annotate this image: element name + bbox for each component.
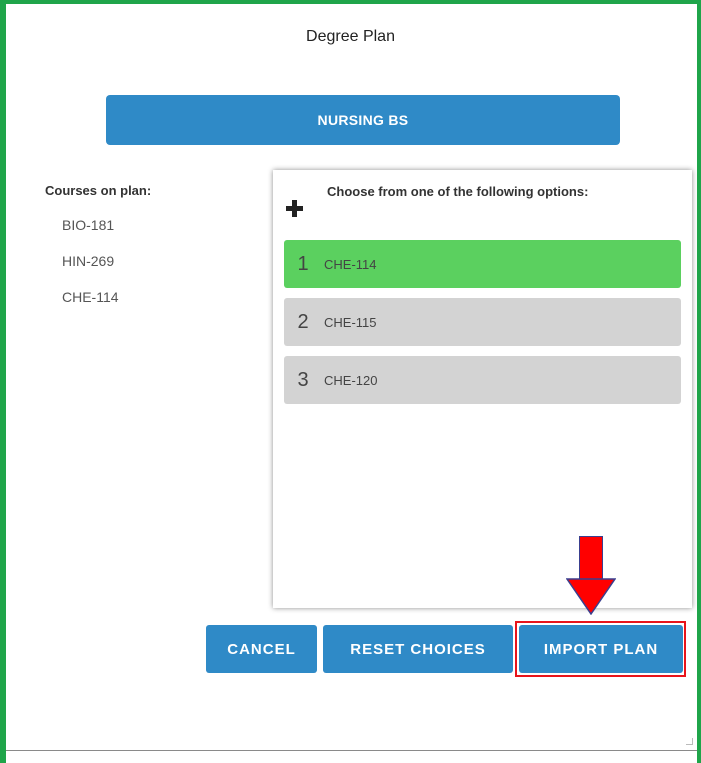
import-highlight-box [515,621,686,677]
option-number: 3 [297,368,309,391]
courses-on-plan-heading: Courses on plan: [45,183,152,198]
options-panel: Choose from one of the following options… [273,170,692,608]
course-item: BIO-181 [62,217,115,233]
down-arrow-icon [580,537,602,579]
option-number: 2 [297,310,309,333]
option-item-3[interactable]: 3 CHE-120 [284,356,681,404]
option-number: 1 [297,252,309,275]
course-item: HIN-269 [62,253,115,269]
option-item-1[interactable]: 1 CHE-114 [284,240,681,288]
plus-icon[interactable] [285,198,305,218]
arrow-head-icon [566,578,616,615]
dialog-title: Degree Plan [306,28,395,45]
resize-grip-icon[interactable] [686,738,693,745]
option-label: CHE-114 [324,256,377,272]
option-item-2[interactable]: 2 CHE-115 [284,298,681,346]
course-item: CHE-114 [62,289,119,305]
option-label: CHE-115 [324,314,377,330]
dialog-bottom-divider [6,750,697,751]
cancel-button[interactable]: CANCEL [206,625,317,673]
program-button[interactable]: NURSING BS [106,95,620,145]
reset-choices-button[interactable]: RESET CHOICES [323,625,513,673]
option-label: CHE-120 [324,372,378,388]
options-heading: Choose from one of the following options… [327,184,589,199]
courses-on-plan-list: BIO-181 HIN-269 CHE-114 [62,216,119,324]
